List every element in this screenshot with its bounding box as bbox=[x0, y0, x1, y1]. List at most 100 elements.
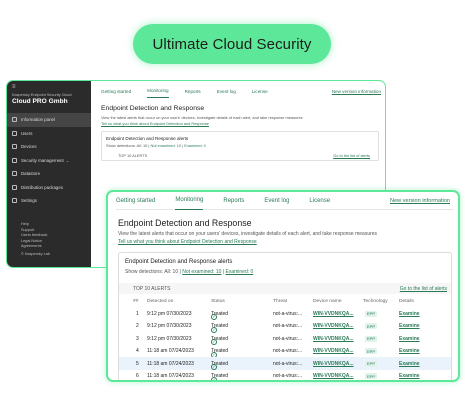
back-show-all: All: 10 bbox=[136, 143, 148, 148]
threat-name: not-a-virus:... bbox=[273, 323, 303, 329]
column-header: Technology bbox=[363, 299, 388, 304]
back-feedback-link[interactable]: Tell us what you think about Endpoint De… bbox=[101, 121, 209, 126]
table-row[interactable]: 4 11:18 am 07/24/2023 ✓ Treated not-a-virus:… bbox=[119, 345, 451, 358]
sidebar-item[interactable]: Users bbox=[7, 127, 91, 141]
examine-link[interactable]: Examine bbox=[399, 323, 420, 329]
row-number: 3 bbox=[136, 335, 139, 342]
device-name-link[interactable]: WIN-VVDNKQA... bbox=[313, 311, 354, 317]
sidebar-item-label: Settings bbox=[21, 198, 37, 204]
front-not-examined-link[interactable]: Not examined: 10 bbox=[182, 269, 221, 275]
table-row[interactable]: 6 11:18 am 07/24/2023 ✓ Treated not-a-virus:… bbox=[119, 370, 451, 382]
front-description: View the latest alerts that occur on you… bbox=[118, 231, 378, 237]
sidebar-item[interactable]: Distribution packages bbox=[7, 181, 91, 195]
new-version-link[interactable]: New version information bbox=[332, 84, 381, 98]
table-row[interactable]: 3 9:12 pm 07/30/2023 ✓ Treated not-a-virus:.… bbox=[119, 332, 451, 345]
column-header: Device name bbox=[313, 299, 342, 304]
back-not-examined-link[interactable]: Not examined: 10 bbox=[151, 143, 182, 148]
device-name-link[interactable]: WIN-VVDNKQA... bbox=[313, 361, 354, 367]
back-examined-link[interactable]: Examined: 0 bbox=[184, 143, 206, 148]
tab-monitoring[interactable]: Monitoring bbox=[175, 192, 204, 210]
device-name-link[interactable]: WIN-VVDNKQA... bbox=[313, 373, 354, 379]
threat-name: not-a-virus:... bbox=[273, 373, 303, 379]
sidebar-item[interactable]: Settings bbox=[7, 194, 91, 208]
sidebar-item[interactable]: Information panel bbox=[7, 113, 91, 127]
back-description: View the latest alerts that occur on you… bbox=[101, 115, 303, 120]
back-go-to-list-link[interactable]: Go to the list of alerts bbox=[333, 153, 370, 158]
front-section-title: Endpoint Detection and Response bbox=[118, 218, 252, 228]
devices-icon bbox=[12, 144, 17, 150]
technology-badge: EPP bbox=[365, 335, 378, 342]
sidebar-item[interactable]: Devices bbox=[7, 140, 91, 154]
sidebar-item-label: Datastore bbox=[21, 171, 41, 177]
tab-event-log[interactable]: Event log bbox=[217, 84, 236, 98]
examine-link[interactable]: Examine bbox=[399, 348, 420, 354]
examine-link[interactable]: Examine bbox=[399, 311, 420, 317]
threat-name: not-a-virus:... bbox=[273, 335, 303, 342]
chevron-down-icon[interactable]: ⌄ bbox=[66, 158, 69, 163]
device-name-link[interactable]: WIN-VVDNKQA... bbox=[313, 323, 354, 329]
package-icon bbox=[12, 184, 17, 190]
technology-badge: EPP bbox=[365, 323, 378, 329]
front-feedback-link[interactable]: Tell us what you think about Endpoint De… bbox=[118, 239, 257, 245]
sidebar-item-label: Devices bbox=[21, 144, 37, 150]
sidebar-sub-link[interactable]: Users feedback bbox=[21, 233, 50, 239]
front-show-detections: Show detections: All: 10 | Not examined:… bbox=[125, 269, 254, 275]
sidebar-item-label: Users bbox=[21, 130, 33, 136]
column-header: ## bbox=[133, 299, 139, 304]
front-go-to-list-link[interactable]: Go to the list of alerts bbox=[400, 286, 447, 292]
front-show-all: All: 10 bbox=[164, 269, 179, 275]
sidebar-item-label: Distribution packages bbox=[21, 184, 63, 190]
tab-license[interactable]: License bbox=[252, 84, 268, 98]
sidebar-item[interactable]: Datastore bbox=[7, 167, 91, 181]
device-name-link[interactable]: WIN-VVDNKQA... bbox=[313, 348, 354, 354]
examine-link[interactable]: Examine bbox=[399, 361, 420, 367]
gear-icon bbox=[12, 198, 17, 204]
tab-reports[interactable]: Reports bbox=[223, 192, 244, 210]
tab-getting-started[interactable]: Getting started bbox=[116, 192, 155, 210]
menu-icon[interactable]: ≡ bbox=[12, 84, 16, 90]
tab-license[interactable]: License bbox=[309, 192, 330, 210]
front-top-alerts: TOP 10 ALERTS bbox=[133, 286, 171, 292]
examine-link[interactable]: Examine bbox=[399, 336, 420, 342]
tab-getting-started[interactable]: Getting started bbox=[101, 84, 131, 98]
column-header: Threat bbox=[273, 299, 288, 304]
column-header: Details bbox=[399, 299, 414, 304]
detected-on: 9:12 pm 07/30/2023 bbox=[147, 335, 192, 342]
tab-reports[interactable]: Reports bbox=[185, 84, 201, 98]
technology-badge: EPP bbox=[365, 310, 378, 317]
front-show-label: Show detections: bbox=[125, 269, 164, 275]
back-alerts-card: Endpoint Detection and Response alerts S… bbox=[101, 131, 379, 161]
row-number: 5 bbox=[136, 360, 139, 367]
front-examined-link[interactable]: Examined: 0 bbox=[225, 269, 253, 275]
status-cell: ✓ Treated bbox=[211, 348, 228, 358]
check-circle-icon: ✓ bbox=[211, 376, 217, 382]
table-row[interactable]: 5 11:18 am 07/24/2023 ✓ Treated not-a-virus:… bbox=[119, 357, 451, 370]
sidebar: ≡ Kaspersky Endpoint Security Cloud Clou… bbox=[7, 81, 91, 267]
users-icon bbox=[12, 130, 17, 136]
new-version-link[interactable]: New version information bbox=[390, 192, 450, 210]
back-card-title: Endpoint Detection and Response alerts bbox=[106, 136, 189, 141]
threat-name: not-a-virus:... bbox=[273, 360, 303, 367]
back-show-label: Show detections: bbox=[106, 143, 136, 148]
row-number: 6 bbox=[136, 373, 139, 379]
table-row[interactable]: 2 9:12 pm 07/30/2023 ✓ Treated not-a-virus:.… bbox=[119, 320, 451, 333]
sidebar-sub-link[interactable]: Agreements bbox=[21, 244, 50, 250]
row-number: 4 bbox=[136, 348, 139, 354]
datastore-icon bbox=[12, 171, 17, 177]
sidebar-item-label: Security management bbox=[21, 157, 64, 163]
threat-name: not-a-virus:... bbox=[273, 310, 303, 317]
table-row[interactable]: 1 9:12 pm 07/30/2023 ✓ Treated not-a-virus:.… bbox=[119, 307, 451, 320]
row-number: 1 bbox=[136, 310, 139, 317]
sidebar-item[interactable]: Security management ⌄ bbox=[7, 154, 91, 168]
back-top-alerts: TOP 10 ALERTS bbox=[118, 153, 148, 158]
sidebar-nav: Information panel Users Devices Security ma… bbox=[7, 113, 91, 208]
table-header: ## Detected on Status Threat Device name Tech… bbox=[119, 296, 451, 307]
sidebar-sub-links: Help Support Users feedback Legal Notice Agr… bbox=[21, 222, 50, 258]
device-name-link[interactable]: WIN-VVDNKQA... bbox=[313, 336, 354, 342]
dashboard-icon bbox=[12, 117, 17, 123]
sidebar-item-label: Information panel bbox=[21, 117, 55, 123]
tab-monitoring[interactable]: Monitoring bbox=[147, 84, 169, 98]
tab-event-log[interactable]: Event log bbox=[264, 192, 289, 210]
examine-link[interactable]: Examine bbox=[399, 373, 420, 379]
detected-on: 9:12 pm 07/30/2023 bbox=[147, 310, 192, 317]
